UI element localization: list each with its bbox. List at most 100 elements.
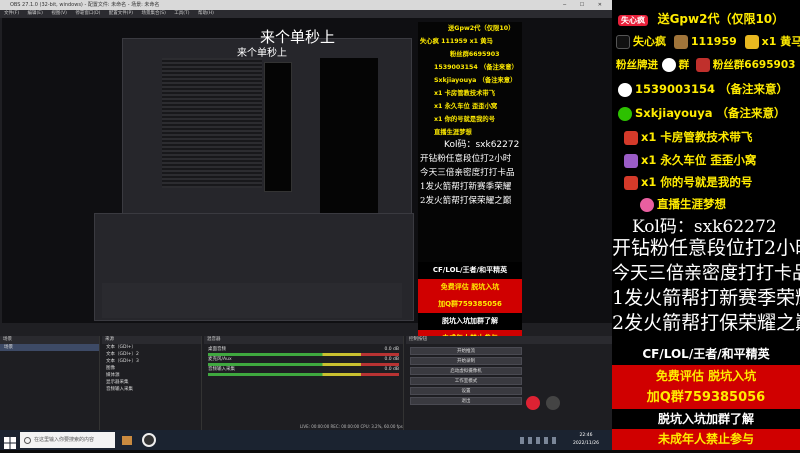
rocket-icon: [624, 130, 638, 145]
overlay-row-8: x1 你的号就是我的号: [612, 174, 800, 190]
start-button[interactable]: [4, 434, 16, 449]
mixer-dock: 混音器 桌面音频 0.0 dB 麦克风/Aux 0.0 dB 音频输入采集 0.…: [204, 336, 404, 430]
overlay-row-2: 失心疯 111959 x1 黄马: [612, 33, 800, 49]
controls-header: 控制按钮: [406, 336, 612, 344]
overlay-row-9: 直播生涯梦想: [612, 196, 800, 212]
preview-big3: 1发火箭帮打新赛季荣耀: [420, 182, 512, 192]
preview-overlay-copy: 送Gpw2代（仅限10） 失心疯 111959 x1 黄马 粉丝群6695903…: [418, 22, 522, 262]
source-item[interactable]: 文本（GDI+）3: [102, 358, 201, 365]
fan-group-icon: [661, 58, 676, 72]
clock-date: 2022/11/26: [573, 441, 599, 446]
menu-help[interactable]: 帮助(H): [198, 11, 214, 16]
scene-item[interactable]: 场景: [0, 344, 99, 351]
overlay-big-1: 开钻粉任意段位打2小时: [612, 237, 800, 259]
overlay-line1: 送Gpw2代（仅限10）: [657, 12, 785, 26]
mixer-meter: [208, 373, 399, 376]
preview-line6: x1 卡房管教技术带飞: [434, 90, 496, 97]
overlay-row-10: Kol码：sxk62272: [632, 217, 777, 237]
docks-panel: 场景 场景 来源 文本（GDI+） 文本（GDI+）2 文本（GDI+）3 图像…: [0, 336, 612, 430]
window-title: OBS 27.1.0 (32-bit, windows) - 配置文件: 未命名…: [10, 2, 160, 8]
floating-text-small: 来个单秒上: [237, 48, 287, 59]
dream-icon: [640, 197, 654, 212]
overlay-row-5: Sxkjiayouya （备注来意）: [612, 105, 800, 121]
preview-line1: 送Gpw2代（仅限10）: [448, 25, 515, 32]
nested-capture-stripes: [162, 58, 262, 188]
nested-overlay-small: [264, 62, 292, 192]
window-titlebar[interactable]: OBS 27.1.0 (32-bit, windows) - 配置文件: 未命名…: [0, 0, 612, 10]
source-item[interactable]: 显示器采集: [102, 379, 201, 386]
menu-scene-collection[interactable]: 场景集合(S): [141, 11, 165, 16]
preview-line10: Kol码：sxk62272: [444, 140, 520, 150]
nested-mixer-area: [102, 283, 402, 318]
preview-line2: 失心疯 111959 x1 黄马: [420, 38, 493, 45]
taskbar-search-input[interactable]: 在这里输入你要搜索的内容: [20, 432, 115, 448]
tray-icons[interactable]: [520, 437, 560, 444]
settings-button[interactable]: 设置: [410, 387, 522, 395]
preview-line9: 直播生涯梦想: [434, 129, 472, 136]
preview-canvas[interactable]: 来个单秒上 来个单秒上 送Gpw2代（仅限10） 失心疯 111959 x1 黄…: [2, 18, 612, 352]
sources-dock: 来源 文本（GDI+） 文本（GDI+）2 文本（GDI+）3 图像 媒体源 显…: [102, 336, 202, 430]
preview-band3: 加Q群759385056: [438, 300, 502, 308]
preview-band2: 免费评估 脱坑入坑: [440, 283, 500, 291]
source-item[interactable]: 文本（GDI+）2: [102, 351, 201, 358]
source-item[interactable]: 图像: [102, 365, 201, 372]
mixer-header: 混音器: [204, 336, 403, 344]
overlay-big-2: 今天三倍亲密度打打卡品: [612, 263, 800, 284]
preview-line4: 1539003154 （备注来意）: [434, 64, 518, 71]
windows-icon: [4, 437, 16, 449]
studio-mode-button[interactable]: 工作室模式: [410, 377, 522, 385]
rocket-icon: [624, 175, 638, 190]
preview-line7: x1 永久车位 歪歪小窝: [434, 103, 498, 110]
qq-icon: [618, 82, 632, 97]
preview-line8: x1 你的号就是我的号: [434, 116, 496, 123]
controls-dock: 控制按钮 开始推流 开始录制 启动虚拟摄像机 工作室模式 设置 退出: [406, 336, 612, 430]
mixer-channel-name: 音频输入采集 0.0 dB: [208, 367, 399, 372]
overlay-row-1: 失心疯 送Gpw2代（仅限10）: [612, 8, 800, 27]
pause-icon[interactable]: [546, 396, 560, 410]
avatar-icon: [673, 35, 688, 49]
source-item[interactable]: 文本（GDI+）: [102, 344, 201, 351]
overlay-band-5: 未成年人禁止参与: [612, 429, 800, 450]
mixer-channel-name: 麦克风/Aux 0.0 dB: [208, 357, 399, 362]
start-recording-button[interactable]: 开始录制: [410, 357, 522, 365]
preview-big2: 今天三倍亲密度打打卡品: [420, 168, 515, 178]
mixer-channel-name: 桌面音频 0.0 dB: [208, 347, 399, 352]
character-icon: [624, 153, 638, 168]
menu-file[interactable]: 文件(F): [4, 11, 19, 16]
gold-bar-icon: [744, 35, 759, 49]
record-indicator-icon: [526, 396, 540, 410]
overlay-band-1: CF/LOL/王者/和平精英: [612, 343, 800, 365]
overlay-big-4: 2发火箭帮打保荣耀之巅: [612, 312, 800, 334]
start-streaming-button[interactable]: 开始推流: [410, 347, 522, 355]
stream-overlay: 失心疯 送Gpw2代（仅限10） 失心疯 111959 x1 黄马 粉丝牌进 群…: [612, 0, 800, 450]
sources-header: 来源: [102, 336, 201, 344]
source-item[interactable]: 音频输入采集: [102, 386, 201, 393]
search-icon: [24, 437, 31, 444]
tiktok-icon: [616, 35, 630, 49]
badge-label: 失心疯: [618, 15, 648, 26]
scenes-dock: 场景 场景: [0, 336, 100, 430]
preview-line3: 粉丝群6695903: [450, 51, 500, 58]
obs-taskbar-icon[interactable]: [142, 433, 156, 447]
source-item[interactable]: 媒体源: [102, 372, 201, 379]
menu-tools[interactable]: 工具(T): [174, 11, 189, 16]
preview-big4: 2发火箭帮打保荣耀之巅: [420, 196, 512, 206]
scenes-header: 场景: [0, 336, 99, 344]
task-view-icon[interactable]: [122, 436, 132, 445]
overlay-big-3: 1发火箭帮打新赛季荣耀: [612, 287, 800, 309]
window-controls[interactable]: ─ ☐ ✕: [563, 0, 608, 10]
preview-band1: CF/LOL/王者/和平精英: [418, 262, 522, 279]
menu-profile[interactable]: 配置文件(P): [109, 11, 133, 16]
menu-docks[interactable]: 停靠窗口(D): [75, 11, 100, 16]
overlay-band-4: 脱坑入坑加群了解: [612, 409, 800, 429]
virtual-camera-button[interactable]: 启动虚拟摄像机: [410, 367, 522, 375]
tray-clock[interactable]: 22:46 2022/11/26: [566, 432, 606, 448]
menu-bar: 文件(F) 编辑(E) 视图(V) 停靠窗口(D) 配置文件(P) 场景集合(S…: [0, 10, 612, 18]
menu-view[interactable]: 视图(V): [51, 11, 67, 16]
exit-button[interactable]: 退出: [410, 397, 522, 405]
overlay-row-4: 1539003154 （备注来意）: [612, 81, 800, 97]
preview-band4: 脱坑入坑加群了解: [418, 313, 522, 330]
overlay-row-3: 粉丝牌进 群 粉丝群6695903: [616, 58, 796, 72]
overlay-row-6: x1 卡房管教技术带飞: [612, 129, 800, 145]
menu-edit[interactable]: 编辑(E): [28, 11, 43, 16]
